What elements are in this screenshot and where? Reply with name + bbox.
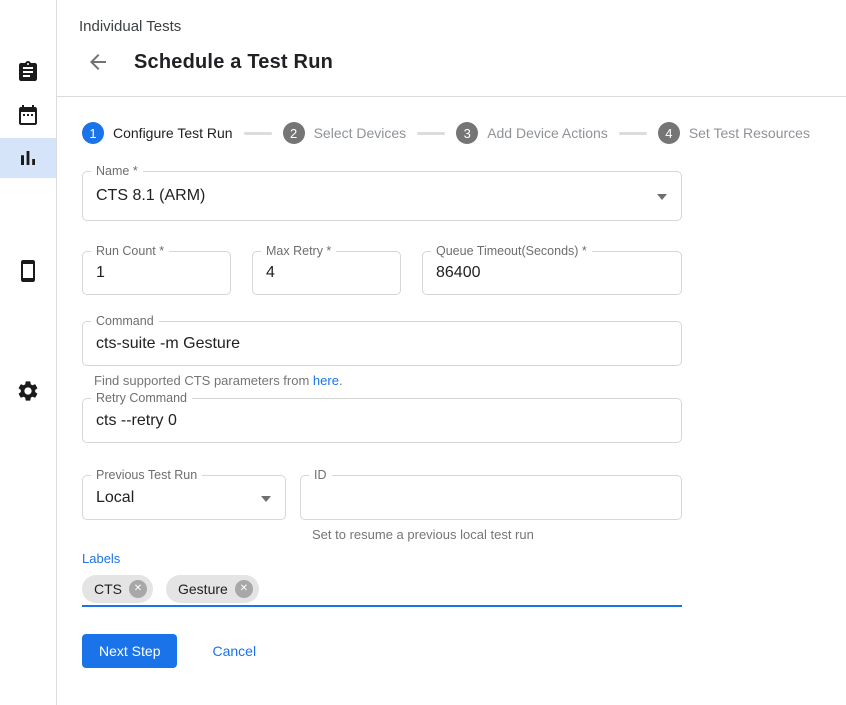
page-title: Schedule a Test Run — [134, 51, 333, 74]
command-label: Command — [91, 314, 159, 329]
id-field-wrap: ID — [300, 475, 682, 520]
sidebar-item-devices[interactable] — [0, 251, 56, 291]
smartphone-icon — [16, 259, 40, 283]
step-connector — [417, 132, 445, 135]
form-content: 1 Configure Test Run 2 Select Devices 3 … — [57, 97, 846, 668]
app-root: Individual Tests Schedule a Test Run 1 C… — [0, 0, 846, 705]
command-field-wrap: Command — [82, 321, 682, 366]
retry-command-label: Retry Command — [91, 391, 192, 406]
settings-icon — [16, 379, 40, 403]
chevron-down-icon — [657, 194, 667, 200]
chip-cts: CTS ✕ — [82, 575, 153, 603]
previous-test-run-select[interactable]: Previous Test Run Local — [82, 475, 286, 520]
max-retry-field-wrap: Max Retry * — [252, 251, 401, 295]
step-number: 4 — [658, 122, 680, 144]
chip-remove-icon[interactable]: ✕ — [129, 580, 147, 598]
name-value: CTS 8.1 (ARM) — [83, 172, 681, 220]
labels-focus-underline — [82, 605, 682, 607]
chip-remove-icon[interactable]: ✕ — [235, 580, 253, 598]
command-helper-text: Find supported CTS parameters from — [94, 373, 313, 388]
assignment-icon — [16, 60, 40, 84]
chevron-down-icon — [261, 496, 271, 502]
sidebar-item-tests[interactable] — [0, 52, 56, 92]
step-connector — [244, 132, 272, 135]
sidebar-item-schedule[interactable] — [0, 95, 56, 135]
run-count-field-wrap: Run Count * — [82, 251, 231, 295]
breadcrumb: Individual Tests — [79, 18, 846, 36]
step-number: 2 — [283, 122, 305, 144]
run-count-label: Run Count * — [91, 244, 169, 259]
step-add-device-actions[interactable]: 3 Add Device Actions — [456, 122, 608, 144]
name-label: Name * — [91, 164, 143, 179]
chip-gesture: Gesture ✕ — [166, 575, 259, 603]
name-select[interactable]: Name * CTS 8.1 (ARM) — [82, 171, 682, 221]
command-helper-period: . — [339, 373, 343, 388]
step-label: Configure Test Run — [113, 125, 233, 141]
sidebar — [0, 0, 57, 705]
step-label: Set Test Resources — [689, 125, 810, 141]
retry-command-field-wrap: Retry Command — [82, 398, 682, 443]
sidebar-item-test-runs[interactable] — [0, 138, 56, 178]
page-header: Individual Tests Schedule a Test Run — [57, 0, 846, 97]
id-input[interactable] — [301, 476, 681, 519]
cts-parameters-link[interactable]: here — [313, 373, 339, 388]
step-number: 1 — [82, 122, 104, 144]
step-number: 3 — [456, 122, 478, 144]
labels-label: Labels — [82, 551, 846, 566]
max-retry-label: Max Retry * — [261, 244, 336, 259]
queue-timeout-field-wrap: Queue Timeout(Seconds) * — [422, 251, 682, 295]
step-connector — [619, 132, 647, 135]
sidebar-item-settings[interactable] — [0, 371, 56, 411]
command-helper: Find supported CTS parameters from here. — [94, 373, 846, 388]
stepper: 1 Configure Test Run 2 Select Devices 3 … — [82, 122, 846, 144]
calendar-icon — [16, 103, 40, 127]
chip-label: CTS — [94, 581, 122, 597]
step-label: Select Devices — [314, 125, 407, 141]
labels-chip-input[interactable]: CTS ✕ Gesture ✕ — [82, 575, 682, 603]
arrow-back-icon — [86, 50, 110, 74]
next-step-button[interactable]: Next Step — [82, 634, 177, 668]
step-configure-test-run[interactable]: 1 Configure Test Run — [82, 122, 233, 144]
command-input[interactable] — [83, 322, 681, 365]
previous-test-run-label: Previous Test Run — [91, 468, 202, 483]
step-set-test-resources[interactable]: 4 Set Test Resources — [658, 122, 810, 144]
id-label: ID — [309, 468, 332, 483]
chip-label: Gesture — [178, 581, 228, 597]
step-select-devices[interactable]: 2 Select Devices — [283, 122, 407, 144]
cancel-button[interactable]: Cancel — [196, 634, 272, 668]
queue-timeout-label: Queue Timeout(Seconds) * — [431, 244, 592, 259]
step-label: Add Device Actions — [487, 125, 608, 141]
bar-chart-icon — [16, 146, 40, 170]
main-panel: Individual Tests Schedule a Test Run 1 C… — [57, 0, 846, 705]
id-helper: Set to resume a previous local test run — [312, 527, 682, 542]
back-button[interactable] — [86, 50, 110, 74]
